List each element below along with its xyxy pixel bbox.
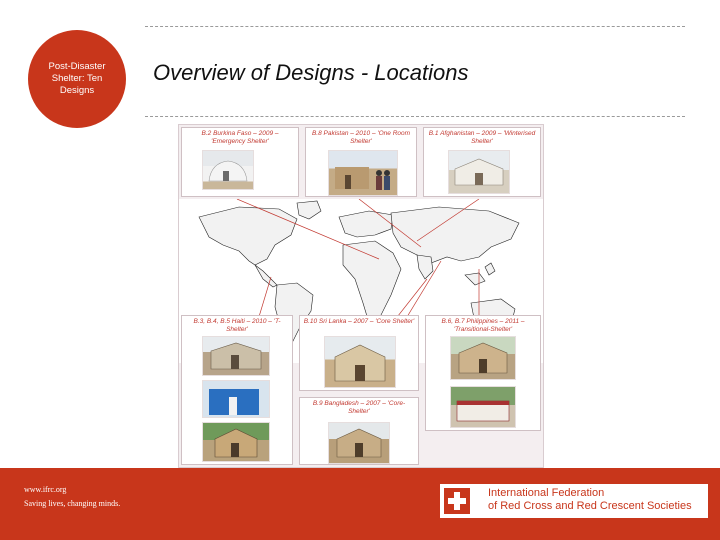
caption-afghanistan: B.1 Afghanistan – 2009 – 'Winterised She… bbox=[428, 130, 536, 145]
ifrc-name: International Federation of Red Cross an… bbox=[488, 487, 692, 513]
caption-sri-lanka: B.10 Sri Lanka – 2007 – 'Core Shelter' bbox=[303, 318, 415, 325]
card-bangladesh: B.9 Bangladesh – 2007 – 'Core-Shelter' bbox=[299, 397, 419, 465]
caption-haiti: B.3, B.4, B.5 Haiti – 2010 – 'T-Shelter' bbox=[193, 318, 281, 333]
photo-haiti-3 bbox=[202, 422, 270, 462]
red-cross-icon bbox=[444, 488, 470, 514]
photo-burkina-faso bbox=[202, 150, 254, 190]
photo-haiti-2 bbox=[202, 380, 270, 418]
footer-slogan: Saving lives, changing minds. bbox=[24, 499, 121, 508]
locations-figure: B.2 Burkina Faso – 2009 – 'Emergency She… bbox=[178, 124, 544, 468]
card-burkina-faso: B.2 Burkina Faso – 2009 – 'Emergency She… bbox=[181, 127, 299, 197]
footer-url[interactable]: www.ifrc.org bbox=[24, 485, 66, 494]
card-pakistan: B.8 Pakistan – 2010 – 'One Room Shelter' bbox=[305, 127, 417, 197]
brand-circle-text: Post-Disaster Shelter: Ten Designs bbox=[48, 61, 106, 96]
caption-pakistan: B.8 Pakistan – 2010 – 'One Room Shelter' bbox=[311, 130, 411, 145]
caption-bangladesh: B.9 Bangladesh – 2007 – 'Core-Shelter' bbox=[312, 400, 406, 415]
photo-afghanistan bbox=[448, 150, 510, 194]
photo-philippines-2 bbox=[450, 386, 516, 428]
card-haiti: B.3, B.4, B.5 Haiti – 2010 – 'T-Shelter' bbox=[181, 315, 293, 465]
slide-title: Overview of Designs - Locations bbox=[153, 60, 469, 85]
photo-bangladesh bbox=[328, 422, 390, 464]
card-philippines: B.6, B.7 Philippines – 2011 – 'Transitio… bbox=[425, 315, 541, 431]
brand-circle: Post-Disaster Shelter: Ten Designs bbox=[28, 30, 126, 128]
card-sri-lanka: B.10 Sri Lanka – 2007 – 'Core Shelter' bbox=[299, 315, 419, 391]
top-divider bbox=[145, 26, 685, 27]
red-crescent-icon bbox=[472, 491, 482, 511]
caption-philippines: B.6, B.7 Philippines – 2011 – 'Transitio… bbox=[441, 318, 525, 333]
photo-pakistan bbox=[328, 150, 398, 196]
card-afghanistan: B.1 Afghanistan – 2009 – 'Winterised She… bbox=[423, 127, 541, 197]
photo-haiti-1 bbox=[202, 336, 270, 376]
caption-burkina-faso: B.2 Burkina Faso – 2009 – 'Emergency She… bbox=[201, 130, 279, 145]
title-divider bbox=[145, 116, 685, 117]
photo-sri-lanka bbox=[324, 336, 396, 388]
photo-philippines-1 bbox=[450, 336, 516, 380]
ifrc-name-line1: International Federation bbox=[488, 487, 605, 499]
ifrc-name-line2: of Red Cross and Red Crescent Societies bbox=[488, 500, 692, 512]
